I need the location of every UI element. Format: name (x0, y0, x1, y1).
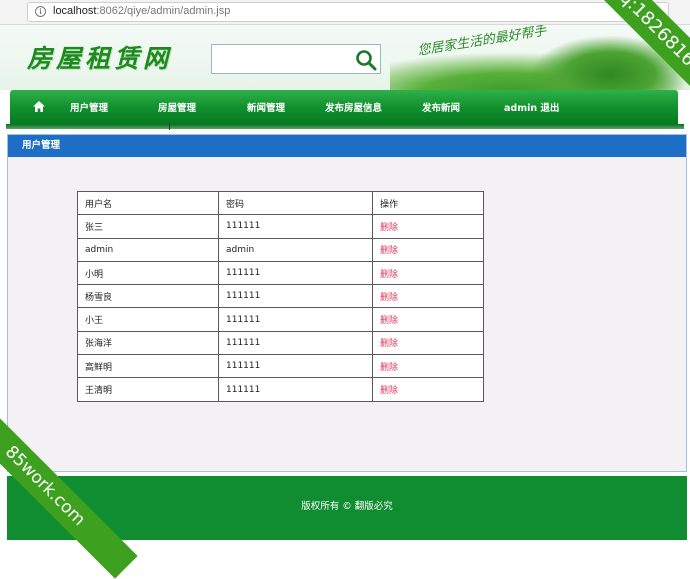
info-icon[interactable]: i (35, 6, 46, 17)
cell-username: 杨雪良 (77, 284, 219, 309)
text-cursor-icon: I (168, 122, 171, 133)
users-table: 用户名 密码 操作 张三 111111 删除 admin admin 删除 小明… (77, 190, 484, 402)
cell-action: 删除 (372, 284, 484, 309)
main-nav: 用户管理 房屋管理 新闻管理 发布房屋信息 发布新闻 admin 退出 (10, 90, 678, 124)
search-icon[interactable] (354, 48, 378, 72)
delete-link[interactable]: 删除 (380, 316, 398, 326)
panel-title: 用户管理 (8, 135, 686, 157)
copyright-text: 版权所有 © 翻版必究 (301, 501, 393, 512)
cell-action: 删除 (372, 354, 484, 379)
cell-password: 111111 (218, 260, 373, 286)
table-row: admin admin 删除 (77, 237, 484, 262)
cell-username: admin (77, 237, 219, 262)
nav-item-publish-house[interactable]: 发布房屋信息 (325, 100, 382, 114)
table-row: 张三 111111 删除 (77, 214, 484, 239)
nav-item-news-management[interactable]: 新闻管理 (247, 100, 285, 114)
site-logo[interactable]: 房屋租赁网 (27, 39, 172, 75)
site-header: 房屋租赁网 您居家生活的最好帮手 (0, 25, 690, 90)
table-row: 小明 111111 删除 (77, 260, 484, 286)
cell-action: 删除 (372, 237, 484, 262)
cell-username: 张海洋 (77, 330, 219, 356)
nav-item-house-management[interactable]: 房屋管理 (158, 100, 196, 114)
delete-link[interactable]: 删除 (380, 270, 398, 280)
content-panel: 用户管理 用户名 密码 操作 张三 111111 删除 admin admin … (7, 134, 687, 472)
delete-link[interactable]: 删除 (380, 246, 398, 256)
table-row: 小王 111111 删除 (77, 307, 484, 332)
table-row: 张海洋 111111 删除 (77, 330, 484, 356)
nav-item-user-management[interactable]: 用户管理 (70, 100, 108, 114)
delete-link[interactable]: 删除 (380, 293, 398, 303)
column-header-username: 用户名 (77, 190, 219, 216)
nav-underline (6, 124, 684, 129)
table-row: 高鲜明 111111 删除 (77, 354, 484, 379)
cell-password: admin (218, 237, 373, 262)
nav-item-publish-news[interactable]: 发布新闻 (422, 100, 460, 114)
cell-username: 张三 (77, 214, 219, 239)
column-header-password: 密码 (218, 190, 373, 216)
table-row: 杨雪良 111111 删除 (77, 284, 484, 309)
nav-item-logout[interactable]: admin 退出 (504, 100, 559, 114)
cell-password: 111111 (218, 354, 373, 379)
browser-toolbar: i localhost:8062/qiye/admin/admin.jsp ☆ (0, 0, 690, 25)
cell-password: 111111 (218, 307, 373, 332)
url-text[interactable]: localhost:8062/qiye/admin/admin.jsp (53, 5, 230, 17)
delete-link[interactable]: 删除 (380, 339, 398, 349)
column-header-action: 操作 (372, 190, 484, 216)
delete-link[interactable]: 删除 (380, 223, 398, 233)
cell-password: 111111 (218, 284, 373, 309)
table-header-row: 用户名 密码 操作 (77, 190, 484, 216)
cell-username: 高鲜明 (77, 354, 219, 379)
cell-username: 小王 (77, 307, 219, 332)
cell-action: 删除 (372, 307, 484, 332)
cell-action: 删除 (372, 377, 484, 402)
cell-password: 111111 (218, 214, 373, 239)
cell-password: 111111 (218, 330, 373, 356)
cell-password: 111111 (218, 377, 373, 402)
cell-username: 王清明 (77, 377, 219, 402)
cell-action: 删除 (372, 214, 484, 239)
address-bar[interactable]: i localhost:8062/qiye/admin/admin.jsp ☆ (27, 2, 669, 22)
home-icon[interactable] (33, 101, 45, 112)
delete-link[interactable]: 删除 (380, 363, 398, 373)
cell-action: 删除 (372, 260, 484, 286)
table-row: 王清明 111111 删除 (77, 377, 484, 402)
delete-link[interactable]: 删除 (380, 386, 398, 396)
cell-action: 删除 (372, 330, 484, 356)
cell-username: 小明 (77, 260, 219, 286)
